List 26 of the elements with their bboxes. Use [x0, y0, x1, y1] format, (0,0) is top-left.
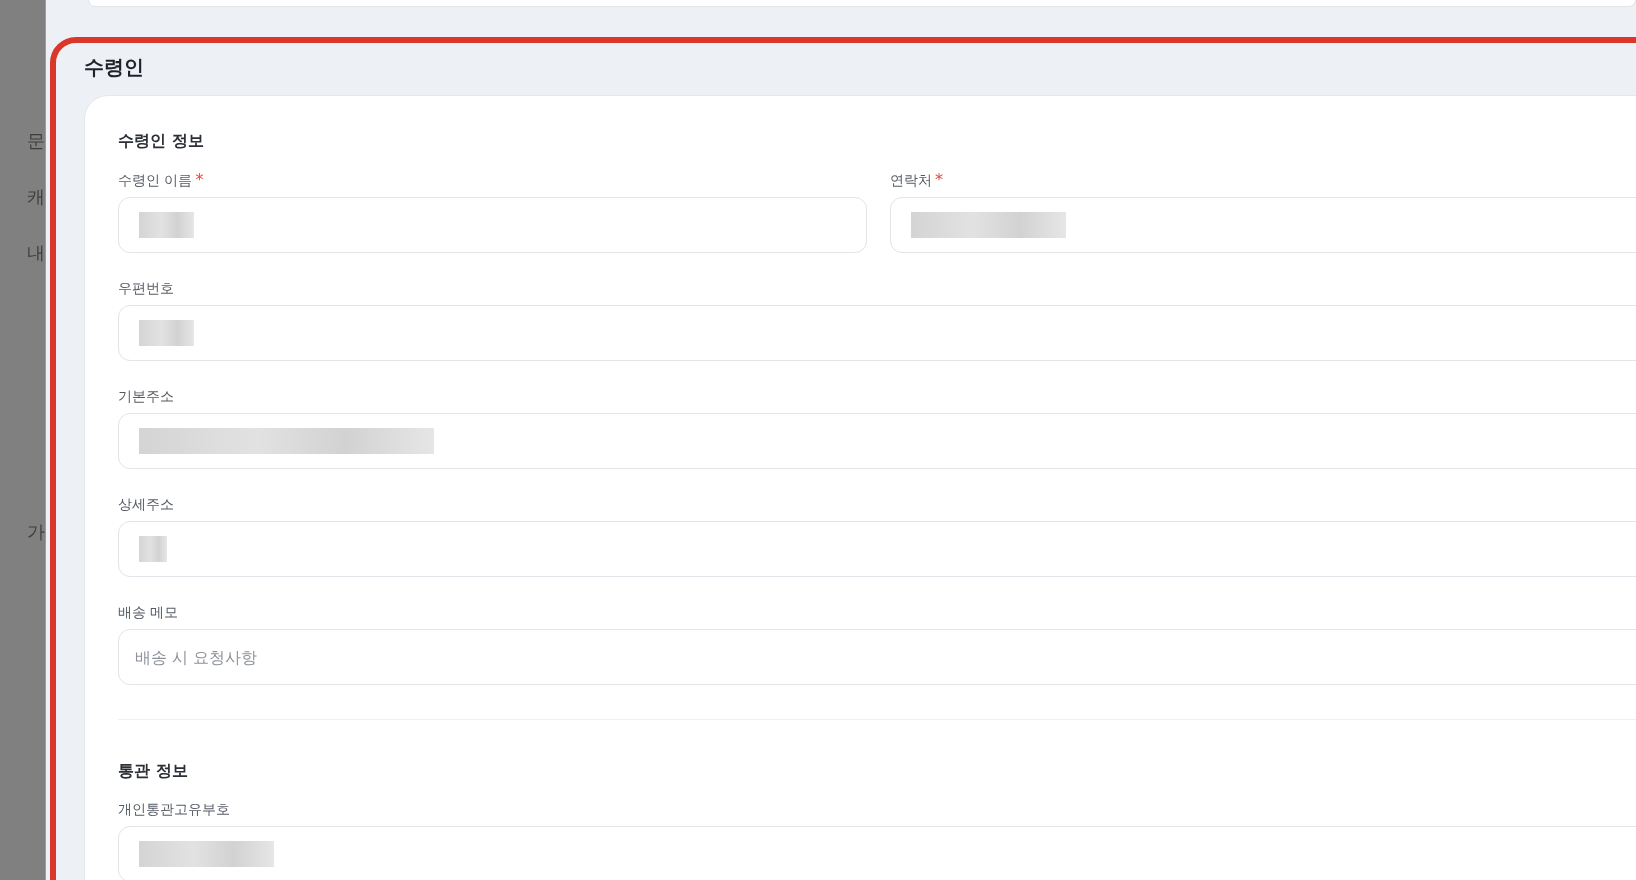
group-title: 수령인 정보 — [118, 130, 205, 152]
sidebar-item[interactable]: 문 — [0, 130, 45, 152]
redacted-value-block — [139, 320, 194, 346]
redacted-value-block — [139, 536, 167, 562]
field-label: 개인통관고유부호 — [118, 800, 230, 818]
field-label: 우편번호 — [118, 279, 174, 297]
sidebar-item[interactable]: 캐 — [0, 186, 45, 208]
field-label: 기본주소 — [118, 387, 174, 405]
input-field[interactable] — [118, 826, 1636, 880]
field-label: 수령인 이름 — [118, 171, 193, 189]
section-title: 수령인 — [84, 54, 145, 81]
input-field[interactable] — [118, 413, 1636, 469]
input-field[interactable]: 배송 시 요청사항 — [118, 629, 1636, 685]
required-mark: * — [195, 170, 204, 189]
field-label: 상세주소 — [118, 495, 174, 513]
input-field[interactable] — [118, 197, 867, 253]
redacted-value-block — [139, 212, 194, 238]
input-field[interactable] — [118, 305, 1636, 361]
input-field[interactable] — [118, 521, 1636, 577]
input-field[interactable] — [890, 197, 1636, 253]
sidebar-item[interactable]: 가 — [0, 521, 45, 543]
field-label: 연락처 — [890, 171, 932, 189]
field-label: 배송 메모 — [118, 603, 179, 621]
required-mark: * — [935, 170, 943, 189]
group-title: 통관 정보 — [118, 760, 189, 782]
sidebar-item[interactable]: 내 — [0, 242, 45, 264]
